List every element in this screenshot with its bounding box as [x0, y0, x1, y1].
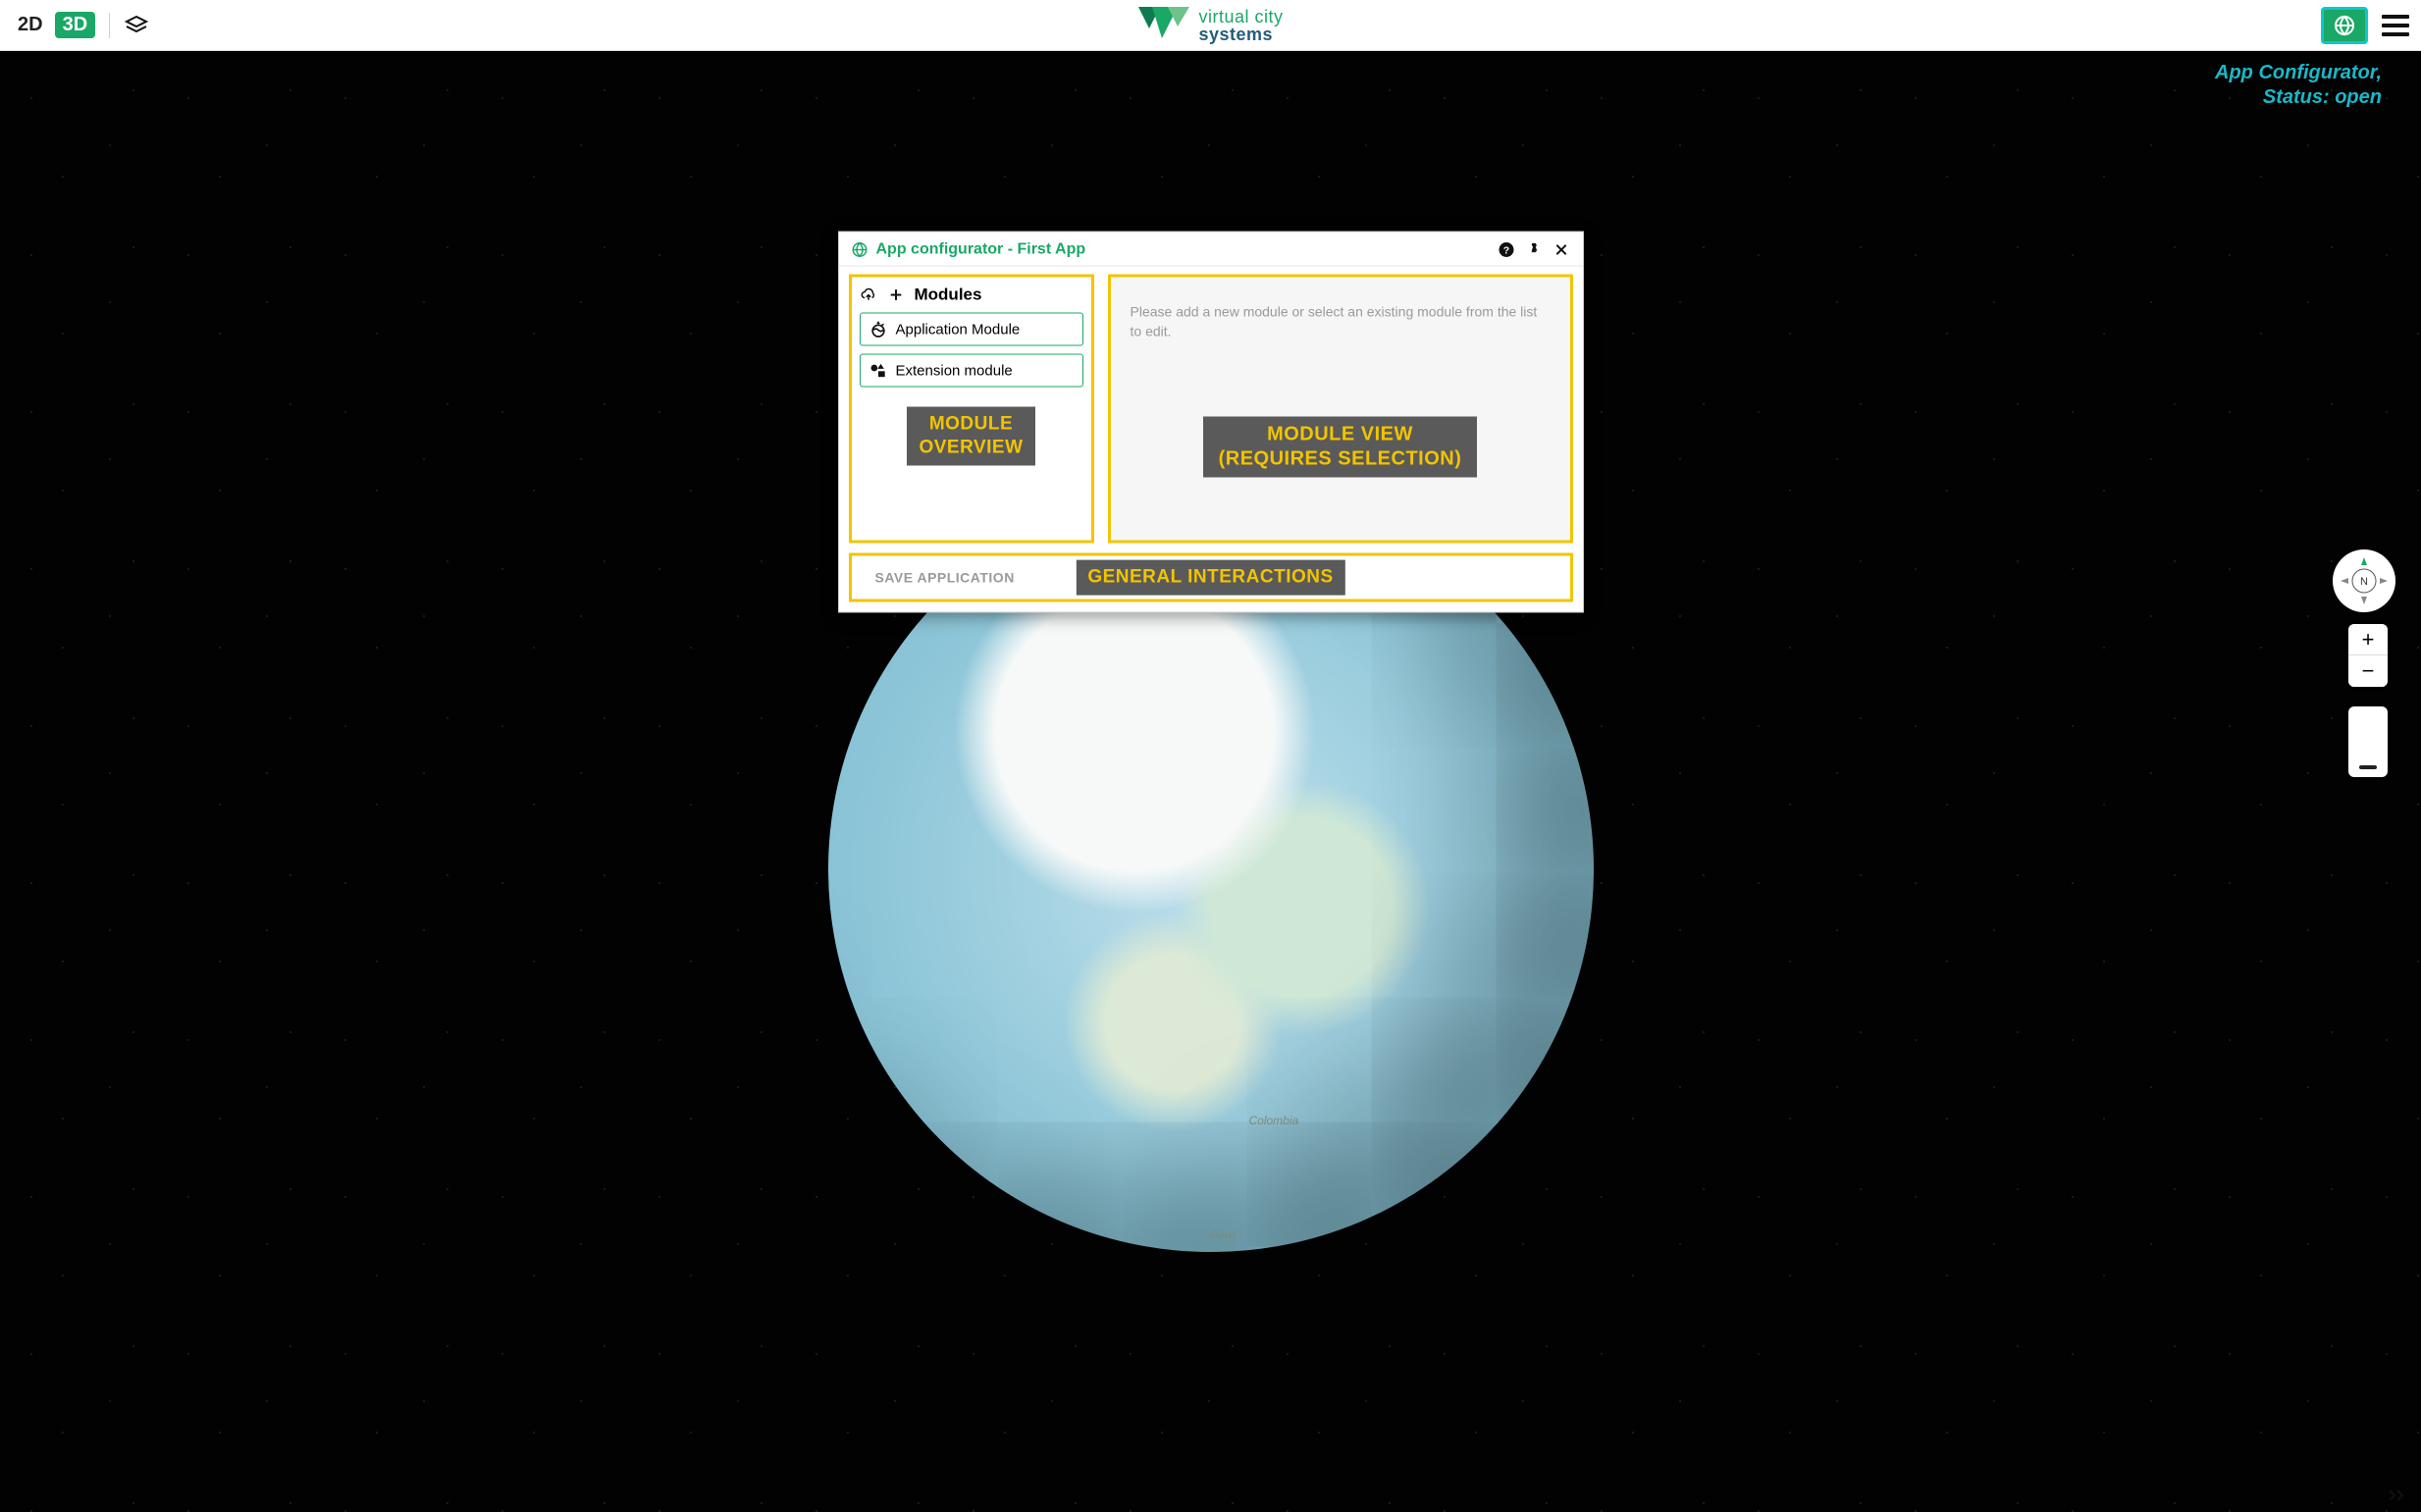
logo-text-line2: systems [1198, 26, 1283, 43]
view-3d-button[interactable]: 3D [55, 12, 96, 38]
add-module-button[interactable] [887, 287, 905, 304]
map-label-colombia: Colombia [1249, 1114, 1299, 1127]
close-icon [1553, 242, 1569, 258]
chevrons-right-icon [2388, 1488, 2407, 1502]
expand-toolbar-button[interactable] [2388, 1488, 2407, 1502]
map-label-peru: Perú [1211, 1228, 1236, 1242]
tilt-slider[interactable] [2348, 706, 2388, 777]
view-2d-button[interactable]: 2D [12, 12, 49, 38]
help-button[interactable]: ? [1497, 240, 1516, 260]
logo-mark-icon [1137, 7, 1188, 44]
close-button[interactable] [1552, 240, 1571, 260]
logo-text-line1: virtual city [1198, 8, 1283, 26]
svg-text:N: N [2360, 576, 2368, 588]
upload-icon [860, 287, 877, 304]
pin-icon [1526, 242, 1542, 258]
compass-icon: N [2337, 553, 2392, 608]
zoom-in-button[interactable]: + [2348, 624, 2388, 655]
module-item-extension[interactable]: Extension module [860, 354, 1083, 388]
module-item-application[interactable]: Application Module [860, 313, 1083, 346]
logo: virtual city systems [1137, 7, 1283, 44]
zoom-controls: + − [2348, 624, 2388, 687]
module-view-column: Please add a new module or select an exi… [1108, 275, 1573, 544]
upload-button[interactable] [860, 287, 877, 304]
module-item-label: Extension module [896, 362, 1013, 379]
save-application-button[interactable]: SAVE APPLICATION [862, 562, 1028, 594]
module-view-hint: Please add a new module or select an exi… [1119, 286, 1562, 341]
app-configurator-tooltip: App Configurator, Status: open [2215, 61, 2382, 110]
application-module-icon [868, 320, 888, 339]
tilt-handle-icon [2359, 765, 2377, 769]
modules-header: Modules [860, 286, 1083, 305]
panel-title: App configurator - First App [876, 241, 1086, 259]
app-configurator-panel: App configurator - First App ? Modules [838, 232, 1584, 613]
separator [109, 13, 110, 38]
hamburger-menu-button[interactable] [2382, 12, 2409, 39]
svg-text:?: ? [1502, 244, 1508, 256]
globe-icon [2333, 14, 2356, 37]
panel-header: App configurator - First App ? [839, 233, 1583, 267]
layers-button[interactable] [124, 13, 149, 38]
globe-icon [851, 241, 868, 259]
module-item-label: Application Module [896, 321, 1021, 338]
zoom-out-button[interactable]: − [2348, 655, 2388, 687]
view-toggle: 2D 3D [12, 12, 95, 38]
extension-module-icon [868, 361, 888, 381]
module-overview-label: MODULE OVERVIEW [907, 407, 1034, 466]
compass-control[interactable]: N [2333, 549, 2395, 612]
module-view-label: MODULE VIEW (REQUIRES SELECTION) [1203, 416, 1478, 477]
help-icon: ? [1498, 241, 1515, 259]
app-configurator-button[interactable] [2321, 7, 2368, 44]
modules-header-label: Modules [915, 286, 982, 305]
panel-footer: SAVE APPLICATION GENERAL INTERACTIONS [849, 553, 1573, 602]
general-interactions-label: GENERAL INTERACTIONS [1076, 560, 1344, 596]
pin-button[interactable] [1524, 240, 1544, 260]
module-overview-column: Modules Application Module Extension mod… [849, 275, 1094, 544]
topbar: 2D 3D virtual city systems [0, 0, 2421, 51]
tooltip-line1: App Configurator, [2215, 61, 2382, 85]
tooltip-line2: Status: open [2215, 85, 2382, 110]
plus-icon [888, 287, 904, 303]
layers-icon [125, 14, 148, 37]
